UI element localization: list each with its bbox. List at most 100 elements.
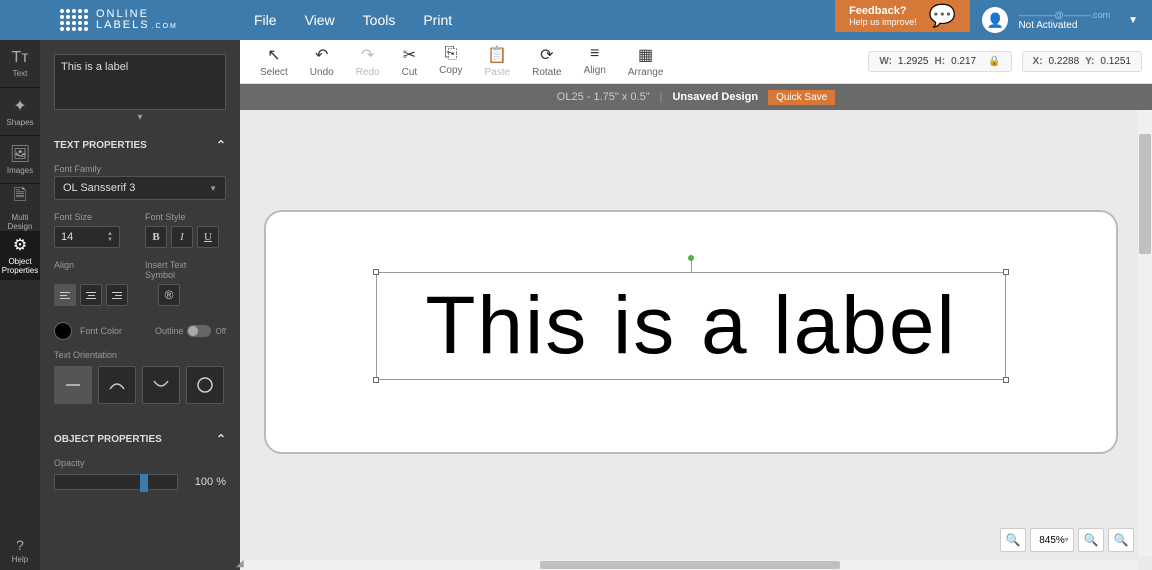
scroll-thumb[interactable] bbox=[540, 561, 840, 569]
sidebar-tab-text[interactable]: Tᴛ Text bbox=[0, 40, 40, 88]
orientation-straight-button[interactable] bbox=[54, 366, 92, 404]
quick-save-button[interactable]: Quick Save bbox=[768, 90, 835, 105]
font-color-swatch[interactable] bbox=[54, 322, 72, 340]
copy-icon: ⎘ bbox=[444, 45, 457, 63]
outline-toggle[interactable] bbox=[187, 325, 211, 337]
text-properties-header[interactable]: TEXT PROPERTIES ⌃ bbox=[40, 124, 240, 160]
user-menu[interactable]: 👤 ————@———.com Not Activated ▼ bbox=[982, 0, 1138, 40]
avatar-icon: 👤 bbox=[982, 7, 1008, 33]
menu-print[interactable]: Print bbox=[423, 12, 452, 28]
menu-file[interactable]: File bbox=[254, 12, 277, 28]
resize-handle-br[interactable] bbox=[1003, 377, 1009, 383]
sidebar-tab-object-properties[interactable]: ⚙ Object Properties bbox=[0, 232, 40, 280]
position-display[interactable]: X:0.2288 Y:0.1251 bbox=[1022, 51, 1142, 72]
size-display[interactable]: W:1.2925 H:0.217 🔒 bbox=[868, 51, 1011, 72]
align-left-button[interactable] bbox=[54, 284, 76, 306]
arch-icon bbox=[107, 375, 127, 395]
feedback-title: Feedback? bbox=[849, 5, 917, 17]
logo-area: ONLINE LABELS.COM bbox=[0, 0, 240, 40]
zoom-in-button[interactable]: 🔍 bbox=[1108, 528, 1134, 552]
line-icon bbox=[63, 375, 83, 395]
scroll-thumb[interactable] bbox=[1139, 134, 1151, 254]
opacity-slider[interactable] bbox=[54, 474, 178, 490]
insert-symbol-label: Insert Text Symbol bbox=[145, 256, 226, 282]
sidebar-help[interactable]: ? Help bbox=[0, 530, 40, 570]
redo-button[interactable]: ↷ Redo bbox=[348, 41, 388, 82]
canvas-area[interactable]: This is a label 🔍 845% ▼ 🔍 🔍 bbox=[240, 110, 1152, 570]
object-properties-header[interactable]: OBJECT PROPERTIES ⌃ bbox=[40, 418, 240, 454]
orientation-circle-button[interactable] bbox=[186, 366, 224, 404]
zoom-fit-button[interactable]: 🔍 bbox=[1000, 528, 1026, 552]
resize-handle-bl[interactable] bbox=[373, 377, 379, 383]
valley-icon bbox=[151, 375, 171, 395]
bold-button[interactable]: B bbox=[145, 226, 167, 248]
zoom-in-icon: 🔍 bbox=[1114, 533, 1129, 547]
align-right-button[interactable] bbox=[106, 284, 128, 306]
rotate-handle[interactable] bbox=[688, 255, 694, 261]
rotate-connector bbox=[691, 261, 692, 273]
insert-symbol-button[interactable]: ® bbox=[158, 284, 180, 306]
horizontal-scrollbar[interactable] bbox=[240, 560, 1138, 570]
opacity-label: Opacity bbox=[40, 454, 240, 470]
underline-button[interactable]: U bbox=[197, 226, 219, 248]
resize-handle-tr[interactable] bbox=[1003, 269, 1009, 275]
lock-icon[interactable]: 🔒 bbox=[988, 56, 1000, 67]
font-color-label: Font Color bbox=[80, 326, 122, 336]
rotate-button[interactable]: ⟳ Rotate bbox=[524, 41, 569, 82]
label-canvas[interactable]: This is a label bbox=[264, 210, 1118, 454]
toolbar: ↖ Select ↶ Undo ↷ Redo ✂ Cut ⎘ Copy 📋 Pa… bbox=[240, 40, 1152, 84]
chat-icon: 💬 bbox=[929, 3, 956, 29]
undo-button[interactable]: ↶ Undo bbox=[302, 41, 342, 82]
zoom-level-select[interactable]: 845% ▼ bbox=[1030, 528, 1074, 552]
logo[interactable]: ONLINE LABELS.COM bbox=[60, 9, 178, 31]
text-icon: Tᴛ bbox=[11, 49, 28, 67]
vertical-scrollbar[interactable] bbox=[1138, 110, 1152, 556]
font-style-label: Font Style bbox=[145, 208, 226, 224]
font-family-select[interactable]: OL Sansserif 3 ▼ bbox=[54, 176, 226, 200]
rotate-icon: ⟳ bbox=[540, 45, 553, 65]
select-button[interactable]: ↖ Select bbox=[252, 41, 296, 82]
chevron-up-icon: ⌃ bbox=[216, 432, 226, 446]
zoom-out-button[interactable]: 🔍 bbox=[1078, 528, 1104, 552]
chevron-up-icon: ⌃ bbox=[216, 138, 226, 152]
paste-button[interactable]: 📋 Paste bbox=[477, 41, 519, 82]
text-element[interactable]: This is a label bbox=[376, 272, 1006, 380]
sidebar-tab-images[interactable]: 🖼 Images bbox=[0, 136, 40, 184]
scissors-icon: ✂ bbox=[403, 45, 416, 65]
cursor-icon: ↖ bbox=[267, 45, 280, 65]
resize-handle-tl[interactable] bbox=[373, 269, 379, 275]
menu-view[interactable]: View bbox=[305, 12, 335, 28]
undo-icon: ↶ bbox=[315, 45, 328, 65]
arrange-icon: ▦ bbox=[638, 45, 653, 65]
outline-label: Outline bbox=[155, 326, 184, 336]
align-label: Align bbox=[54, 256, 135, 272]
status-bar: OL25 - 1.75" x 0.5" | Unsaved Design Qui… bbox=[240, 84, 1152, 110]
arrange-button[interactable]: ▦ Arrange bbox=[620, 41, 672, 82]
orientation-valley-button[interactable] bbox=[142, 366, 180, 404]
cut-button[interactable]: ✂ Cut bbox=[394, 41, 426, 82]
clipboard-icon: 📋 bbox=[487, 45, 507, 65]
align-center-button[interactable] bbox=[80, 284, 102, 306]
copy-button[interactable]: ⎘ Copy bbox=[431, 41, 470, 82]
sidebar-tab-shapes[interactable]: ✦ Shapes bbox=[0, 88, 40, 136]
align-button[interactable]: ≡ Align bbox=[576, 41, 614, 82]
feedback-button[interactable]: Feedback? Help us improve! 💬 bbox=[835, 0, 970, 32]
text-content-input[interactable]: This is a label ▾ bbox=[54, 54, 226, 110]
font-family-label: Font Family bbox=[40, 160, 240, 176]
zoom-controls: 🔍 845% ▼ 🔍 🔍 bbox=[1000, 528, 1134, 552]
top-menu-bar: ONLINE LABELS.COM File View Tools Print … bbox=[0, 0, 1152, 40]
canvas-text: This is a label bbox=[425, 279, 956, 373]
italic-button[interactable]: I bbox=[171, 226, 193, 248]
font-size-input[interactable]: 14 ▲▼ bbox=[54, 226, 120, 248]
panel-resize-handle[interactable]: ◢ bbox=[236, 558, 244, 570]
zoom-out-icon: 🔍 bbox=[1084, 533, 1099, 547]
user-email: ————@———.com bbox=[1018, 10, 1110, 20]
sidebar-tab-multi-design[interactable]: 🗎 Multi Design bbox=[0, 184, 40, 232]
feedback-subtitle: Help us improve! bbox=[849, 17, 917, 27]
expand-icon[interactable]: ▾ bbox=[137, 112, 142, 123]
images-icon: 🖼 bbox=[10, 144, 30, 164]
spinner-arrows-icon[interactable]: ▲▼ bbox=[107, 231, 113, 243]
zoom-fit-icon: 🔍 bbox=[1006, 533, 1021, 547]
orientation-arch-button[interactable] bbox=[98, 366, 136, 404]
menu-tools[interactable]: Tools bbox=[363, 12, 396, 28]
